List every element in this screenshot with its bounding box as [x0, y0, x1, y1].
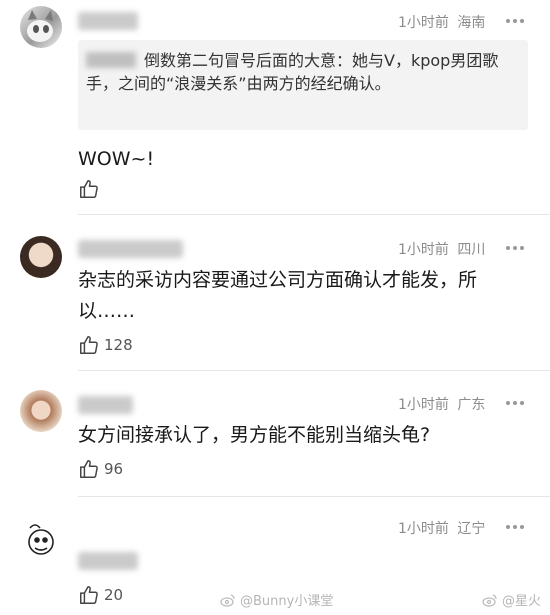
comment-time: 1小时前 — [398, 242, 449, 258]
watermark-right: @星火 — [482, 590, 541, 609]
watermark-left: @Bunny小课堂 — [220, 590, 333, 609]
comment-location: 海南 — [457, 15, 486, 31]
comment-meta: 1小时前 海南 — [398, 12, 485, 32]
user-avatar[interactable] — [20, 518, 62, 560]
like-count: 96 — [104, 460, 124, 478]
username-blurred[interactable] — [78, 12, 138, 30]
comment-location: 广东 — [457, 397, 486, 413]
like-icon — [80, 180, 98, 198]
more-icon[interactable] — [506, 19, 524, 23]
user-avatar[interactable] — [20, 390, 62, 432]
divider — [78, 496, 550, 497]
comment-meta: 1小时前 四川 — [398, 239, 485, 259]
comment-location: 辽宁 — [457, 521, 486, 537]
comment-time: 1小时前 — [398, 15, 449, 31]
divider — [78, 370, 550, 371]
divider — [78, 214, 550, 215]
like-button[interactable]: 128 — [78, 334, 133, 356]
user-avatar[interactable] — [20, 236, 62, 278]
more-icon[interactable] — [506, 401, 524, 405]
watermark-left-text: @Bunny小课堂 — [240, 594, 334, 609]
more-icon[interactable] — [506, 525, 524, 529]
username-blurred[interactable] — [78, 552, 138, 570]
like-icon — [80, 336, 98, 354]
more-icon[interactable] — [506, 246, 524, 250]
like-icon — [80, 586, 98, 604]
quoted-username-blurred — [86, 52, 136, 68]
user-avatar[interactable] — [20, 6, 62, 48]
comment-text: WOW~! — [78, 148, 155, 170]
like-button[interactable] — [78, 178, 104, 200]
like-count: 20 — [104, 586, 124, 604]
comment-time: 1小时前 — [398, 397, 449, 413]
like-count: 128 — [104, 336, 133, 354]
like-icon — [80, 460, 98, 478]
username-blurred[interactable] — [78, 240, 183, 258]
comment-location: 四川 — [457, 242, 486, 258]
comment-time: 1小时前 — [398, 521, 449, 537]
username-blurred[interactable] — [78, 396, 133, 414]
quoted-reply-text: 倒数第二句冒号后面的大意：她与V，kpop男团歌手，之间的“浪漫关系”由两方的经… — [86, 51, 499, 93]
quoted-reply[interactable]: 倒数第二句冒号后面的大意：她与V，kpop男团歌手，之间的“浪漫关系”由两方的经… — [78, 40, 528, 130]
weibo-logo-icon — [482, 593, 497, 607]
comment-text: 女方间接承认了，男方能不能别当缩头龟? — [78, 424, 431, 446]
like-button[interactable]: 20 — [78, 584, 123, 606]
like-button[interactable]: 96 — [78, 458, 123, 480]
comment-meta: 1小时前 辽宁 — [398, 518, 485, 538]
comment-meta: 1小时前 广东 — [398, 394, 485, 414]
comment-text: 杂志的采访内容要通过公司方面确认才能发，所以…… — [78, 269, 478, 322]
weibo-logo-icon — [220, 593, 235, 607]
watermark-right-text: @星火 — [502, 594, 542, 609]
